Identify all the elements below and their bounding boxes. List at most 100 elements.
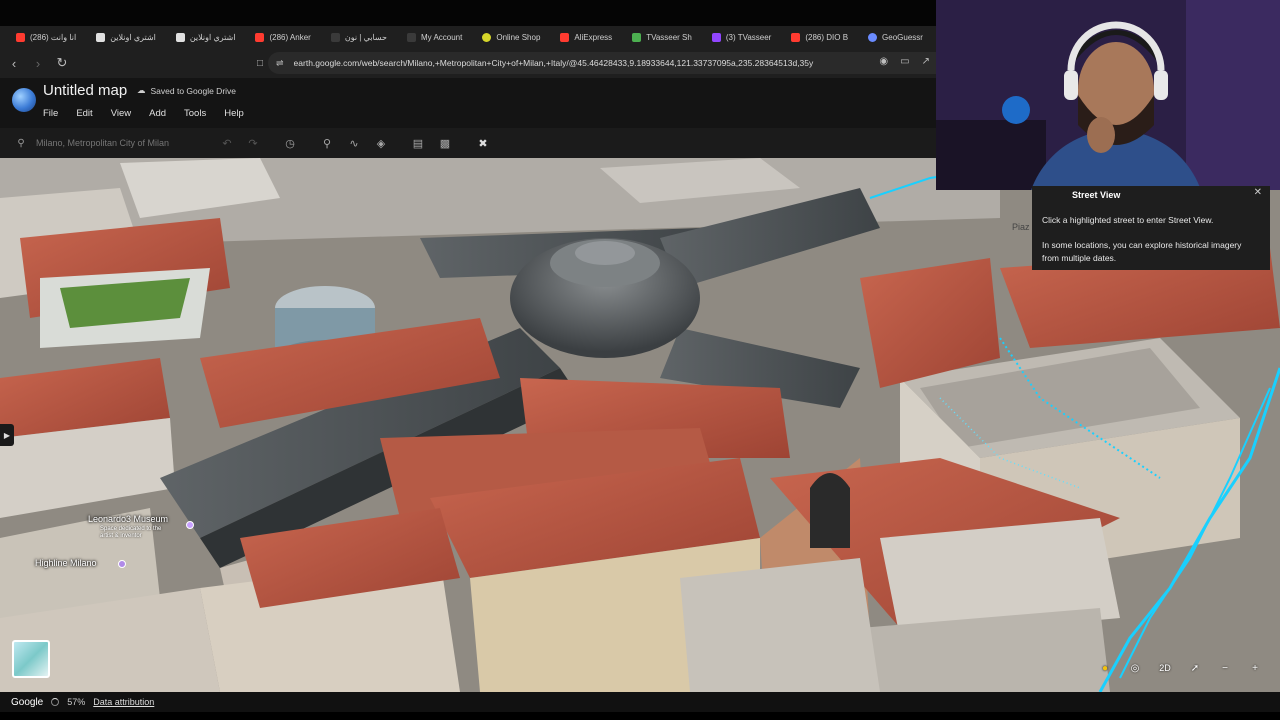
google-logo: Google: [11, 696, 44, 708]
tab-label: My Account: [421, 32, 463, 42]
browser-tab[interactable]: My Account: [397, 26, 472, 48]
tab-favicon-icon: [255, 32, 265, 42]
bookmark-icon[interactable]: □: [250, 53, 270, 73]
bottom-dark-strip: [0, 712, 1280, 720]
history-icon[interactable]: ◷: [281, 134, 299, 152]
menu-edit[interactable]: Edit: [76, 108, 92, 119]
google-earth-logo-icon[interactable]: [12, 88, 36, 112]
forward-arrow-icon[interactable]: ›: [28, 53, 48, 73]
add-placemark-icon[interactable]: ⚲: [318, 134, 336, 152]
location-icon[interactable]: ◉: [879, 56, 888, 67]
zoom-out-icon[interactable]: −: [1216, 663, 1234, 674]
close-icon[interactable]: ✕: [1254, 187, 1262, 198]
highline-label[interactable]: Highline Milano: [35, 558, 97, 568]
tab-label: (286) DIO B: [805, 32, 849, 42]
street-view-panel: Street View ✕ Click a highlighted street…: [1032, 186, 1270, 270]
cast-icon[interactable]: ▭: [900, 56, 909, 67]
streamer-webcam-image: [936, 0, 1280, 190]
street-view-history-note: In some locations, you can explore histo…: [1042, 240, 1242, 263]
tab-label: GeoGuessr: [882, 32, 923, 42]
tab-label: Online Shop: [496, 32, 541, 42]
browser-address-row: ‹ › ↻ □ ⇌ earth.google.com/web/search/Mi…: [0, 48, 936, 78]
browser-tab[interactable]: حسابي | نون: [321, 26, 397, 48]
zoom-in-icon[interactable]: +: [1246, 663, 1264, 674]
piazza-label: Piaz: [1012, 222, 1030, 232]
tab-label: (286) انا وانت: [30, 32, 77, 42]
tab-favicon-icon: [175, 32, 185, 42]
my-location-icon[interactable]: ◎: [1126, 663, 1144, 674]
site-info-icon[interactable]: ⇌: [276, 58, 284, 69]
menu-tools[interactable]: Tools: [184, 108, 206, 119]
tab-label: TVasseer Sh: [646, 32, 692, 42]
tab-favicon-icon: [407, 32, 416, 42]
draw-path-icon[interactable]: ∿: [345, 134, 363, 152]
browser-tab[interactable]: (286) Anker: [245, 26, 320, 48]
compass-icon[interactable]: ➚: [1186, 663, 1204, 674]
share-icon[interactable]: ↗: [922, 56, 930, 67]
loading-percent: 57%: [67, 697, 86, 707]
browser-tab[interactable]: AliExpress: [550, 26, 622, 48]
museum-pin-icon[interactable]: [186, 521, 194, 529]
tab-label: AliExpress: [574, 32, 613, 42]
menu-bar: File Edit View Add Tools Help: [43, 108, 244, 119]
museum-sublabel: Space dedicated to the artist & inventor: [100, 526, 162, 539]
expand-panel-chevron-icon[interactable]: ▶: [0, 424, 14, 446]
browser-tab[interactable]: اشتري اونلاين: [166, 26, 246, 48]
address-bar[interactable]: ⇌ earth.google.com/web/search/Milano,+Me…: [268, 52, 936, 74]
tools-icon[interactable]: ✖: [474, 134, 492, 152]
measure-icon[interactable]: ▤: [409, 134, 427, 152]
toggle-2d-button[interactable]: 2D: [1156, 663, 1174, 673]
museum-label[interactable]: Leonardo3 Museum: [88, 514, 168, 524]
menu-help[interactable]: Help: [224, 108, 244, 119]
menu-add[interactable]: Add: [149, 108, 166, 119]
data-attribution-link[interactable]: Data attribution: [93, 697, 154, 707]
menu-view[interactable]: View: [111, 108, 131, 119]
browser-tab[interactable]: اشتري اونلاين: [86, 26, 166, 48]
tab-label: حسابي | نون: [344, 32, 387, 42]
street-view-title: Street View: [1072, 190, 1121, 200]
map-style-thumbnail[interactable]: [12, 640, 50, 678]
back-arrow-icon[interactable]: ‹: [4, 53, 24, 73]
pegman-icon[interactable]: ●: [1096, 663, 1114, 674]
cloud-check-icon: ☁: [137, 85, 146, 95]
tab-label: (286) Anker: [269, 32, 311, 42]
tab-label: اشتري اونلاين: [189, 32, 236, 42]
earth-header: Untitled map ☁ Saved to Google Drive Fil…: [0, 78, 936, 128]
saved-status-label: Saved to Google Drive: [150, 85, 237, 96]
browser-tab-strip: (286) انا وانت اشتري اونلاين اشتري اونلا…: [0, 26, 936, 48]
tab-favicon-icon: [482, 32, 492, 42]
url-text[interactable]: earth.google.com/web/search/Milano,+Metr…: [294, 58, 874, 68]
highline-pin-icon[interactable]: [118, 560, 126, 568]
search-box[interactable]: ⚲: [14, 132, 210, 154]
browser-tab[interactable]: Online Shop: [472, 26, 550, 48]
tab-favicon-icon: [632, 32, 642, 42]
capture-icon[interactable]: ▩: [436, 134, 454, 152]
tab-favicon-icon: [330, 32, 340, 42]
tab-favicon-icon: [711, 32, 721, 42]
browser-tab[interactable]: (286) DIO B: [781, 26, 858, 48]
tab-favicon-icon: [96, 32, 106, 42]
search-input[interactable]: [36, 138, 196, 148]
browser-tab[interactable]: TVasseer Sh: [622, 26, 702, 48]
redo-icon[interactable]: ↷: [244, 134, 262, 152]
status-bar: Google 57% Data attribution: [0, 692, 1280, 712]
layers-icon[interactable]: ◈: [372, 134, 390, 152]
search-icon[interactable]: ⚲: [14, 138, 28, 149]
tab-favicon-icon: [868, 32, 878, 42]
tab-label: (3) TVasseer: [725, 32, 772, 42]
browser-tab[interactable]: (3) TVasseer: [702, 26, 782, 48]
menu-file[interactable]: File: [43, 108, 58, 119]
webcam-overlay: [936, 0, 1280, 190]
map-controls: ● ◎ 2D ➚ − +: [1092, 656, 1268, 680]
undo-icon[interactable]: ↶: [218, 134, 236, 152]
reload-icon[interactable]: ↻: [52, 53, 72, 73]
tab-label: اشتري اونلاين: [110, 32, 156, 42]
screen: { "browser": { "tabs": [ {"label": "(286…: [0, 0, 1280, 720]
browser-tab[interactable]: (286) انا وانت: [6, 26, 86, 48]
map-title[interactable]: Untitled map: [43, 82, 127, 99]
loading-spinner-icon: [51, 698, 60, 706]
tab-favicon-icon: [791, 32, 801, 42]
earth-toolbar: ⚲ ↶ ↷ ◷ ⚲ ∿ ◈ ▤ ▩ ✖: [0, 128, 936, 158]
browser-tab[interactable]: GeoGuessr: [858, 26, 933, 48]
street-view-instruction: Click a highlighted street to enter Stre…: [1042, 215, 1214, 225]
